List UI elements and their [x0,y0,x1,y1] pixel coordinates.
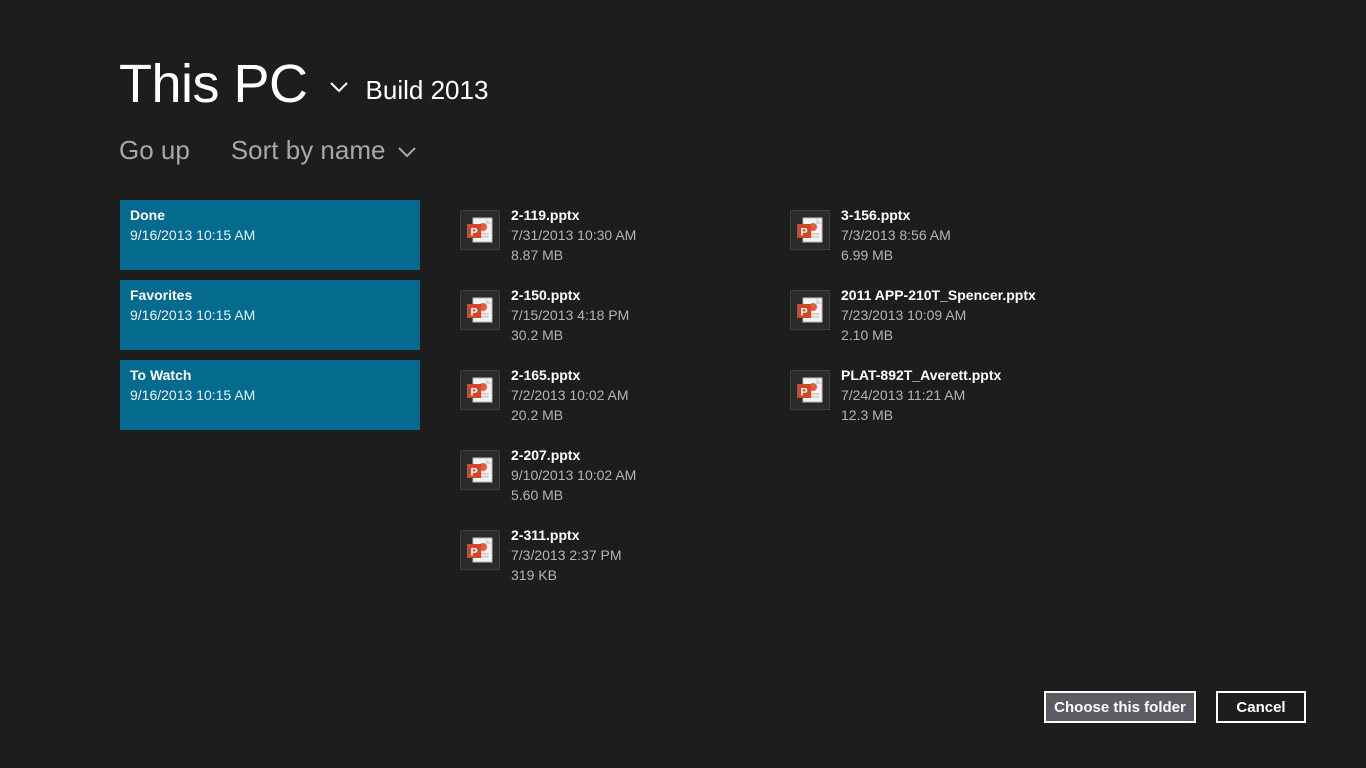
file-size: 12.3 MB [841,407,894,423]
powerpoint-file-icon: P [790,370,830,410]
powerpoint-file-icon: P [460,370,500,410]
file-item[interactable]: P 2-150.pptx 7/15/2013 4:18 PM 30.2 MB [460,280,780,360]
location-title[interactable]: This PC [119,54,308,114]
file-details: 2-165.pptx 7/2/2013 10:02 AM 20.2 MB [511,365,629,425]
powerpoint-file-icon: P [790,210,830,250]
file-item[interactable]: P 3-156.pptx 7/3/2013 8:56 AM 6.99 MB [790,200,1110,280]
file-date: 7/2/2013 10:02 AM [511,387,629,403]
file-item[interactable]: P 2011 APP-210T_Spencer.pptx 7/23/2013 10:… [790,280,1110,360]
svg-text:P: P [470,467,477,479]
file-date: 7/3/2013 8:56 AM [841,227,951,243]
go-up-button[interactable]: Go up [119,130,190,170]
file-item[interactable]: P 2-119.pptx 7/31/2013 10:30 AM 8.87 MB [460,200,780,280]
file-date: 7/31/2013 10:30 AM [511,227,637,243]
file-column: P 3-156.pptx 7/3/2013 8:56 AM 6.99 MB P 2011 … [790,200,1110,440]
svg-text:P: P [470,307,477,319]
svg-text:P: P [470,387,477,399]
folder-name: To Watch [130,367,192,383]
cancel-button[interactable]: Cancel [1216,691,1306,723]
file-item[interactable]: P 2-165.pptx 7/2/2013 10:02 AM 20.2 MB [460,360,780,440]
command-bar: Go up Sort by name [119,130,417,170]
powerpoint-file-icon: P [460,530,500,570]
file-date: 7/23/2013 10:09 AM [841,307,967,323]
powerpoint-file-icon: P [460,290,500,330]
folder-tile[interactable]: Favorites 9/16/2013 10:15 AM [120,280,420,350]
file-details: 2-207.pptx 9/10/2013 10:02 AM 5.60 MB [511,445,636,505]
folder-list: Done 9/16/2013 10:15 AM Favorites 9/16/2… [120,200,420,440]
file-size: 319 KB [511,567,557,583]
file-details: 2-119.pptx 7/31/2013 10:30 AM 8.87 MB [511,205,636,265]
file-details: 3-156.pptx 7/3/2013 8:56 AM 6.99 MB [841,205,951,265]
sort-label: Sort by name [230,135,386,165]
file-item[interactable]: P PLAT-892T_Averett.pptx 7/24/2013 11:21 A… [790,360,1110,440]
file-size: 8.87 MB [511,247,564,263]
powerpoint-file-icon: P [460,450,500,490]
file-details: 2-150.pptx 7/15/2013 4:18 PM 30.2 MB [511,285,629,345]
svg-text:P: P [470,547,477,559]
file-size: 30.2 MB [511,327,564,343]
file-size: 2.10 MB [841,327,894,343]
chevron-down-icon[interactable] [328,76,350,98]
file-name: 2-119.pptx [511,207,580,223]
file-date: 7/15/2013 4:18 PM [511,307,630,323]
chevron-down-icon [398,147,417,158]
file-name: 2-150.pptx [511,287,581,303]
file-details: 2011 APP-210T_Spencer.pptx 7/23/2013 10:0… [841,285,1036,345]
file-name: 2-165.pptx [511,367,581,383]
file-name: 2011 APP-210T_Spencer.pptx [841,287,1036,303]
file-picker: This PC Build 2013 Go up Sort by name Do… [0,0,1366,768]
file-item[interactable]: P 2-311.pptx 7/3/2013 2:37 PM 319 KB [460,520,780,600]
folder-date: 9/16/2013 10:15 AM [130,307,256,323]
header: This PC Build 2013 [119,50,488,114]
powerpoint-file-icon: P [790,290,830,330]
file-details: PLAT-892T_Averett.pptx 7/24/2013 11:21 AM… [841,365,1001,425]
svg-text:P: P [800,227,807,239]
file-name: 2-311.pptx [511,527,580,543]
folder-tile[interactable]: Done 9/16/2013 10:15 AM [120,200,420,270]
svg-text:P: P [470,227,477,239]
file-column: P 2-119.pptx 7/31/2013 10:30 AM 8.87 MB P 2-1… [460,200,780,600]
svg-text:P: P [800,387,807,399]
file-size: 6.99 MB [841,247,894,263]
file-item[interactable]: P 2-207.pptx 9/10/2013 10:02 AM 5.60 MB [460,440,780,520]
folder-name: Done [130,207,165,223]
file-name: 3-156.pptx [841,207,911,223]
choose-folder-button[interactable]: Choose this folder [1044,691,1196,723]
current-folder-name: Build 2013 [365,75,489,105]
file-name: 2-207.pptx [511,447,581,463]
folder-date: 9/16/2013 10:15 AM [130,387,256,403]
folder-name: Favorites [130,287,193,303]
folder-date: 9/16/2013 10:15 AM [130,227,256,243]
file-details: 2-311.pptx 7/3/2013 2:37 PM 319 KB [511,525,622,585]
powerpoint-file-icon: P [460,210,500,250]
file-date: 9/10/2013 10:02 AM [511,467,637,483]
sort-dropdown[interactable]: Sort by name [231,130,418,170]
file-size: 20.2 MB [511,407,564,423]
file-date: 7/24/2013 11:21 AM [841,387,966,403]
svg-text:P: P [800,307,807,319]
file-date: 7/3/2013 2:37 PM [511,547,622,563]
file-name: PLAT-892T_Averett.pptx [841,367,1002,383]
folder-tile[interactable]: To Watch 9/16/2013 10:15 AM [120,360,420,430]
file-size: 5.60 MB [511,487,564,503]
